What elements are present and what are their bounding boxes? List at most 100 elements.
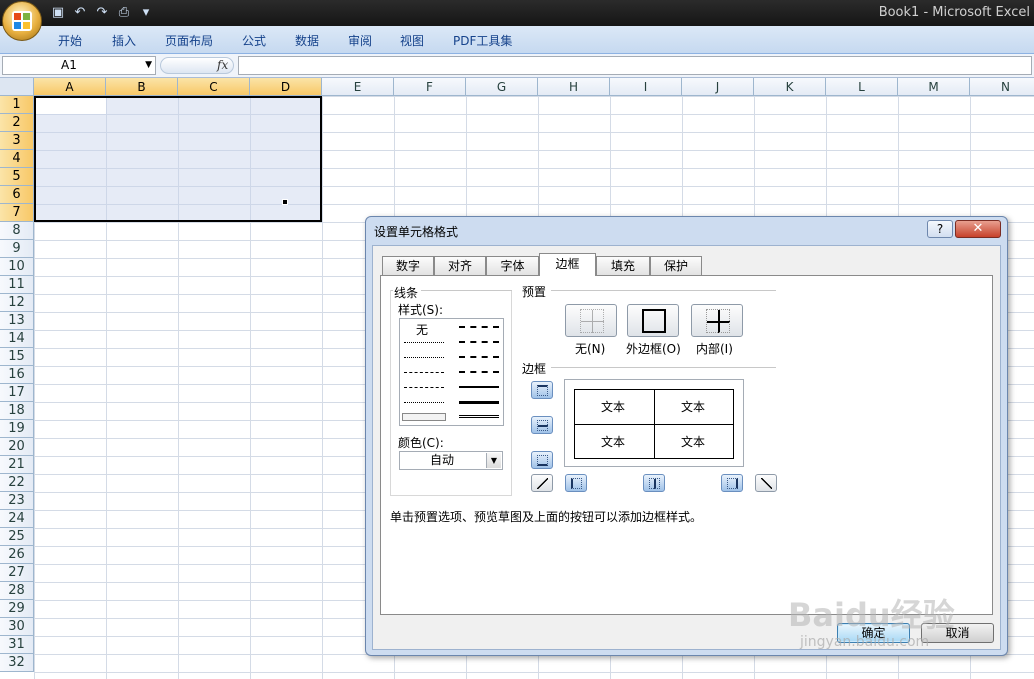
tab-view[interactable]: 视图: [400, 32, 424, 49]
save-icon[interactable]: ▣: [50, 5, 66, 21]
close-button[interactable]: ✕: [955, 220, 1001, 238]
border-left-button[interactable]: [565, 474, 587, 492]
row-header[interactable]: 7: [0, 204, 34, 222]
row-header[interactable]: 15: [0, 348, 34, 366]
line-style-option[interactable]: [459, 386, 499, 388]
line-style-option[interactable]: [459, 341, 499, 343]
column-header[interactable]: F: [394, 78, 466, 96]
column-header[interactable]: N: [970, 78, 1034, 96]
row-header[interactable]: 27: [0, 564, 34, 582]
border-middle-vertical-button[interactable]: [643, 474, 665, 492]
tab-protection[interactable]: 保护: [650, 256, 702, 275]
column-header[interactable]: H: [538, 78, 610, 96]
tab-insert[interactable]: 插入: [112, 32, 136, 49]
row-header[interactable]: 19: [0, 420, 34, 438]
row-header[interactable]: 16: [0, 366, 34, 384]
tab-data[interactable]: 数据: [295, 32, 319, 49]
row-header[interactable]: 21: [0, 456, 34, 474]
preset-none-button[interactable]: [565, 304, 617, 337]
row-header[interactable]: 5: [0, 168, 34, 186]
row-header[interactable]: 31: [0, 636, 34, 654]
column-header[interactable]: D: [250, 78, 322, 96]
row-header[interactable]: 29: [0, 600, 34, 618]
row-header[interactable]: 20: [0, 438, 34, 456]
select-all-corner[interactable]: [0, 78, 34, 96]
row-header[interactable]: 14: [0, 330, 34, 348]
row-header[interactable]: 28: [0, 582, 34, 600]
column-header[interactable]: J: [682, 78, 754, 96]
border-diagonal-down-button[interactable]: [755, 474, 777, 492]
office-button[interactable]: [2, 1, 42, 41]
line-style-option[interactable]: [404, 357, 444, 358]
tab-number[interactable]: 数字: [382, 256, 434, 275]
line-style-list[interactable]: 无: [399, 318, 504, 426]
border-diagonal-up-button[interactable]: [531, 474, 553, 492]
tab-formulas[interactable]: 公式: [242, 32, 266, 49]
color-select[interactable]: 自动 ▼: [399, 451, 503, 470]
line-style-none[interactable]: 无: [416, 321, 428, 338]
column-header[interactable]: C: [178, 78, 250, 96]
column-header[interactable]: K: [754, 78, 826, 96]
preset-inside-button[interactable]: [691, 304, 743, 337]
row-header[interactable]: 18: [0, 402, 34, 420]
line-style-option[interactable]: [404, 342, 444, 343]
line-style-option[interactable]: [404, 372, 444, 373]
tab-border[interactable]: 边框: [539, 253, 596, 276]
active-cell[interactable]: [36, 98, 106, 114]
fill-handle[interactable]: [282, 199, 288, 205]
column-header[interactable]: A: [34, 78, 106, 96]
line-style-option[interactable]: [402, 413, 446, 421]
row-header[interactable]: 17: [0, 384, 34, 402]
name-box[interactable]: A1 ▼: [2, 56, 156, 75]
row-header[interactable]: 32: [0, 654, 34, 672]
tab-home[interactable]: 开始: [58, 32, 82, 49]
row-header[interactable]: 23: [0, 492, 34, 510]
row-header[interactable]: 13: [0, 312, 34, 330]
tab-pdf-tools[interactable]: PDF工具集: [453, 32, 512, 49]
row-header[interactable]: 24: [0, 510, 34, 528]
customize-icon[interactable]: ▾: [138, 5, 154, 21]
column-header[interactable]: G: [466, 78, 538, 96]
column-header[interactable]: M: [898, 78, 970, 96]
line-style-option[interactable]: [459, 401, 499, 404]
chevron-down-icon[interactable]: ▼: [486, 453, 501, 468]
chevron-down-icon[interactable]: ▼: [145, 57, 152, 74]
line-style-option[interactable]: [459, 415, 499, 418]
formula-input[interactable]: [238, 56, 1032, 75]
row-header[interactable]: 8: [0, 222, 34, 240]
border-right-button[interactable]: [721, 474, 743, 492]
row-header[interactable]: 10: [0, 258, 34, 276]
column-header[interactable]: E: [322, 78, 394, 96]
tab-review[interactable]: 审阅: [348, 32, 372, 49]
row-header[interactable]: 3: [0, 132, 34, 150]
row-header[interactable]: 25: [0, 528, 34, 546]
row-header[interactable]: 9: [0, 240, 34, 258]
print-preview-icon[interactable]: ⎙: [116, 5, 132, 21]
border-top-button[interactable]: [531, 381, 553, 399]
column-header[interactable]: L: [826, 78, 898, 96]
line-style-option[interactable]: [459, 326, 499, 328]
tab-alignment[interactable]: 对齐: [434, 256, 486, 275]
row-header[interactable]: 30: [0, 618, 34, 636]
border-bottom-button[interactable]: [531, 451, 553, 469]
line-style-option[interactable]: [459, 371, 499, 373]
insert-function-button[interactable]: fx: [160, 57, 234, 74]
row-header[interactable]: 1: [0, 96, 34, 114]
row-header[interactable]: 12: [0, 294, 34, 312]
line-style-option[interactable]: [404, 387, 444, 388]
tab-fill[interactable]: 填充: [596, 256, 650, 275]
line-style-option[interactable]: [459, 356, 499, 358]
line-style-option[interactable]: [404, 402, 444, 403]
preset-outline-button[interactable]: [627, 304, 679, 337]
redo-icon[interactable]: ↷: [94, 5, 110, 21]
row-header[interactable]: 2: [0, 114, 34, 132]
row-header[interactable]: 22: [0, 474, 34, 492]
help-button[interactable]: ?: [927, 220, 953, 238]
row-header[interactable]: 26: [0, 546, 34, 564]
undo-icon[interactable]: ↶: [72, 5, 88, 21]
column-header[interactable]: I: [610, 78, 682, 96]
row-header[interactable]: 4: [0, 150, 34, 168]
row-header[interactable]: 6: [0, 186, 34, 204]
border-middle-horizontal-button[interactable]: [531, 416, 553, 434]
border-preview[interactable]: 文本 文本 文本 文本: [564, 379, 744, 467]
